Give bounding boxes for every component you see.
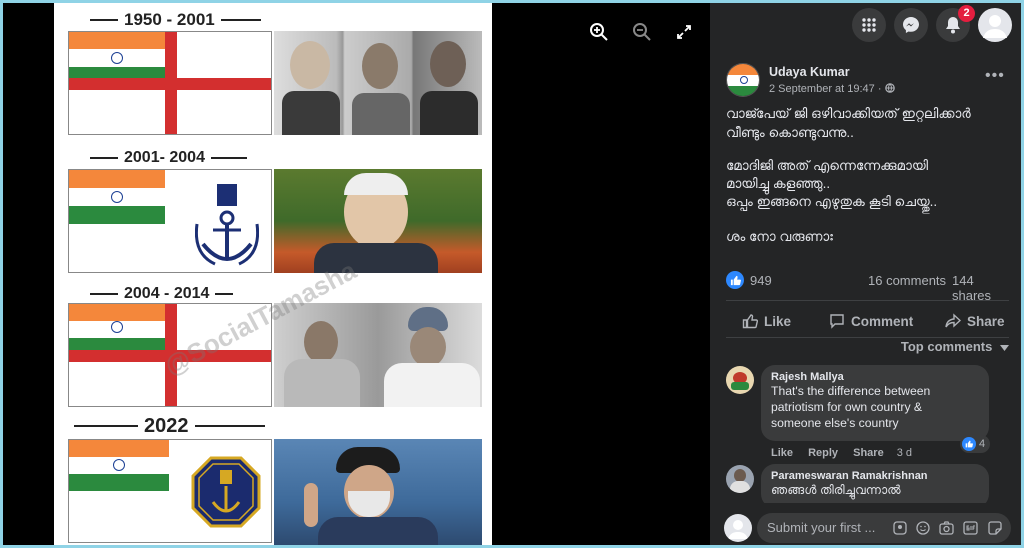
- like-count-text: 4: [979, 438, 986, 450]
- share-count[interactable]: 144 shares: [952, 273, 1006, 303]
- comment-time[interactable]: 3 d: [897, 447, 912, 459]
- commenter-avatar[interactable]: [726, 366, 754, 394]
- section-title-text: 1950 - 2001: [124, 10, 215, 29]
- comment-reply-link[interactable]: Reply: [808, 447, 838, 459]
- my-avatar: [724, 514, 752, 542]
- comment-like-count[interactable]: 4: [960, 435, 991, 453]
- comment-text-line: ഞങ്ങൾ തിരിച്ചുവന്നാൽ: [771, 483, 901, 497]
- section-title-1950: 1950 - 2001: [54, 10, 492, 29]
- share-button[interactable]: Share: [945, 308, 1005, 334]
- commenter-name[interactable]: Parameswaran Ramakrishnan: [771, 470, 979, 482]
- section-title-2022: 2022: [54, 415, 492, 437]
- post-options-icon[interactable]: •••: [985, 67, 1005, 85]
- comment-bubble: Parameswaran Ramakrishnan ഞങ്ങൾ തിരിച്ചു…: [761, 464, 989, 508]
- like-reaction-icon: [726, 271, 744, 289]
- share-label: Share: [967, 313, 1005, 329]
- share-icon: [945, 313, 961, 328]
- comment-bubble: Rajesh Mallya That's the difference betw…: [761, 365, 989, 441]
- bell-icon: [946, 17, 960, 34]
- thumbs-up-icon: [742, 314, 758, 329]
- menu-grid-icon: [862, 18, 876, 32]
- post-text-line: വാജ്പേയ് ജി ഒഴിവാക്കിയത് ഇറ്റലിക്കാർ: [726, 106, 971, 121]
- avatar-sticker-icon[interactable]: [893, 521, 907, 535]
- reaction-count[interactable]: 949: [750, 273, 772, 288]
- comment-text-line: That's the difference between: [771, 384, 931, 398]
- comment-text-line: someone else's country: [771, 416, 899, 430]
- post-text-line: ശം നോ വരുണാഃ: [726, 229, 833, 244]
- zoom-in-icon: [590, 23, 608, 41]
- author-avatar[interactable]: [726, 63, 760, 97]
- messenger-icon: [903, 17, 919, 33]
- commenter-name[interactable]: Rajesh Mallya: [771, 371, 979, 383]
- ensign-1950-flag: [68, 31, 272, 135]
- anchor-emblem-icon: [195, 184, 259, 266]
- divider: [726, 337, 1009, 338]
- top-comments-label: Top comments: [900, 339, 993, 354]
- reactions-row: 949 16 comments 144 shares: [726, 271, 1006, 303]
- comment-icon: [830, 314, 844, 329]
- gif-icon[interactable]: [963, 521, 978, 535]
- like-reaction-icon: [962, 437, 976, 451]
- commenter-avatar[interactable]: [726, 465, 754, 493]
- section-title-text: 2022: [144, 414, 189, 437]
- menu-button[interactable]: [852, 8, 886, 42]
- leader-photo-2022: [274, 439, 482, 545]
- top-comments-filter[interactable]: Top comments: [901, 339, 1009, 354]
- photo-viewer-window: 1950 - 2001 2001- 2004 2004 - 2014 @Soci…: [3, 3, 1021, 545]
- avatar-icon: [728, 520, 748, 539]
- comment-placeholder: Submit your first ...: [767, 520, 876, 535]
- ensign-2022-flag: [68, 439, 272, 543]
- comment-like-link[interactable]: Like: [771, 447, 793, 459]
- post-text-line: മോദിജി അത് എന്നെന്നേക്കുമായി: [726, 158, 929, 173]
- timestamp-text: 2 September at 19:47 ·: [769, 83, 885, 95]
- post-text-line: ഒപ്പം ഇങ്ങനെ എഴുതുക കൂടി ചെയ്തു..: [726, 194, 938, 209]
- globe-icon: [884, 83, 895, 93]
- ensign-2001-flag: [68, 169, 272, 273]
- zoom-out-icon: [633, 23, 651, 41]
- zoom-out-button[interactable]: [629, 19, 655, 45]
- leaders-photo-1950: [274, 31, 482, 135]
- comment-count[interactable]: 16 comments: [868, 273, 946, 288]
- comment-composer: Submit your first ...: [710, 503, 1021, 545]
- comment-label: Comment: [851, 313, 914, 329]
- emoji-icon[interactable]: [916, 521, 930, 535]
- section-title-text: 2004 - 2014: [124, 285, 210, 302]
- chevron-down-icon: [1000, 345, 1009, 351]
- fullscreen-button[interactable]: [671, 19, 697, 45]
- fullscreen-icon: [677, 25, 691, 39]
- comment-text-line: patriotism for own country &: [771, 400, 923, 414]
- navy-crest-icon: [191, 456, 261, 528]
- leaders-photo-2004: [274, 303, 482, 407]
- section-title-2001: 2001- 2004: [54, 149, 492, 167]
- divider: [726, 300, 1009, 301]
- post-text-line: വീണ്ടും കൊണ്ടുവന്നു..: [726, 125, 854, 140]
- top-bar: 2: [710, 3, 1021, 48]
- comment-actions: Like Reply Share 3 d: [771, 447, 912, 459]
- messenger-button[interactable]: [894, 8, 928, 42]
- comment-button[interactable]: Comment: [829, 308, 913, 334]
- camera-icon[interactable]: [939, 521, 954, 535]
- avatar-icon: [983, 15, 1007, 38]
- like-button[interactable]: Like: [742, 308, 791, 334]
- photo-stage: 1950 - 2001 2001- 2004 2004 - 2014 @Soci…: [3, 3, 710, 545]
- post-timestamp[interactable]: 2 September at 19:47 ·: [769, 83, 895, 95]
- account-avatar-button[interactable]: [978, 8, 1012, 42]
- post-image: 1950 - 2001 2001- 2004 2004 - 2014 @Soci…: [54, 3, 492, 545]
- zoom-in-button[interactable]: [586, 19, 612, 45]
- section-title-text: 2001- 2004: [124, 149, 205, 166]
- leader-photo-2001: [274, 169, 482, 273]
- post-side-panel: 2 Udaya Kumar 2 September at 19:47 · •••…: [710, 3, 1021, 545]
- like-label: Like: [764, 313, 792, 329]
- sticker-icon[interactable]: [988, 521, 1002, 535]
- author-name[interactable]: Udaya Kumar: [769, 65, 850, 79]
- comment-share-link[interactable]: Share: [853, 447, 884, 459]
- post-text-line: മായിച്ചു കളഞ്ഞു..: [726, 176, 831, 191]
- notification-badge: 2: [958, 5, 975, 22]
